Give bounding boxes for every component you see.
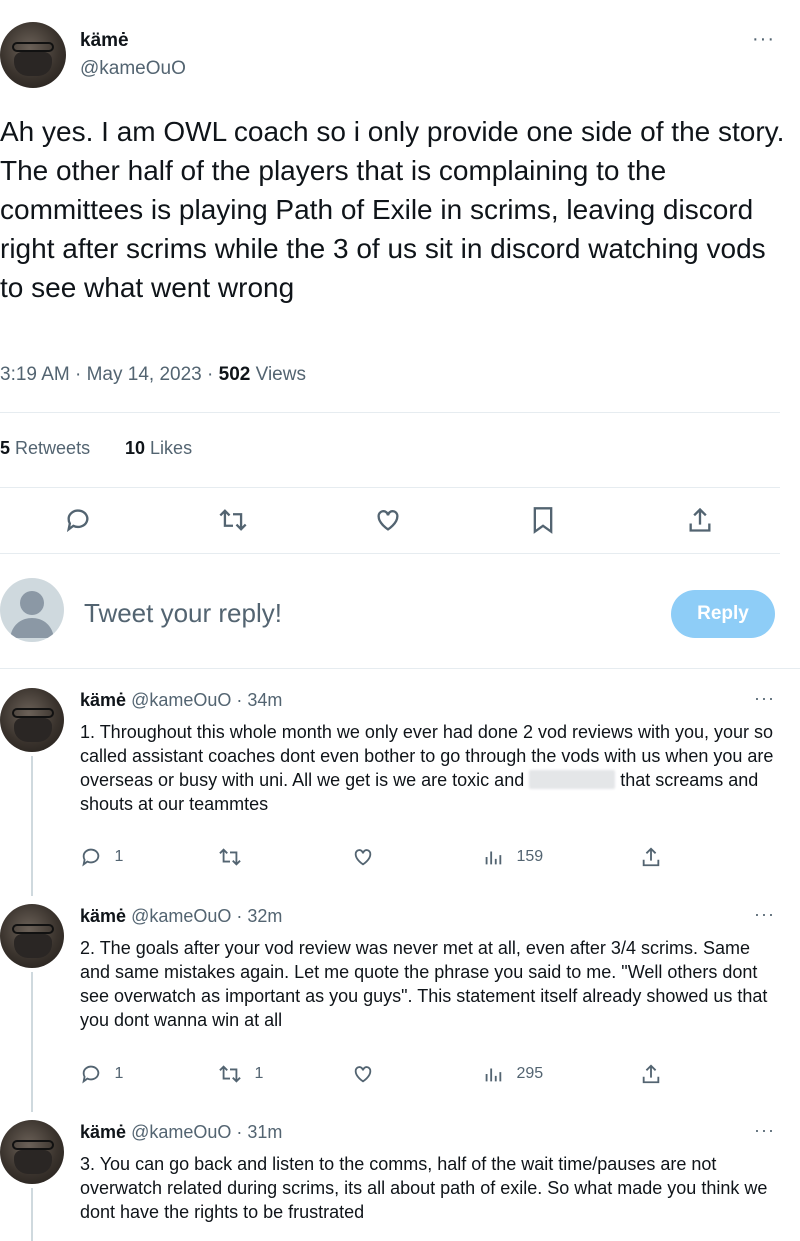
views-icon [485, 1068, 502, 1082]
reply-action-views[interactable]: 295 [482, 1063, 543, 1085]
mask-shape [14, 52, 52, 76]
share-icon [642, 847, 660, 867]
retweets-label: Retweets [15, 438, 91, 458]
comment-count: 1 [114, 848, 124, 866]
divider [0, 668, 800, 669]
reply-action-retweet[interactable] [218, 846, 242, 868]
divider [0, 412, 780, 413]
likes-stat[interactable]: 10 Likes [125, 438, 192, 459]
reply-icon[interactable] [64, 506, 92, 534]
like-icon [354, 849, 372, 866]
reply-time[interactable]: · 34m [236, 690, 282, 710]
reply-handle[interactable]: @kameOuO [131, 1122, 231, 1142]
reply-handle[interactable]: @kameOuO [131, 690, 231, 710]
reply-time[interactable]: · 31m [236, 1122, 282, 1142]
glasses-shape [12, 708, 54, 718]
reply-action-comment[interactable]: 1 [80, 1063, 123, 1085]
more-options-icon[interactable]: ··· [754, 904, 775, 925]
reply-display-name[interactable]: kämė [80, 1122, 126, 1142]
meta-separator: · [207, 364, 214, 385]
reply-action-retweet[interactable]: 1 [218, 1063, 263, 1085]
retweets-stat[interactable]: 5 Retweets [0, 438, 90, 459]
retweet-count: 1 [254, 1065, 264, 1083]
reply-action-like[interactable] [352, 846, 374, 868]
reply-header: kämė @kameOuO · 31m [80, 1122, 282, 1143]
reply-action-views[interactable]: 159 [482, 846, 543, 868]
like-icon [354, 1066, 372, 1083]
author-avatar[interactable] [0, 22, 66, 88]
retweet-icon[interactable] [218, 506, 248, 534]
reply-input[interactable]: Tweet your reply! [84, 598, 282, 629]
retweet-icon [219, 848, 241, 866]
mask-shape [14, 1150, 52, 1174]
share-icon [642, 1064, 660, 1084]
mask-shape [14, 934, 52, 958]
bookmark-icon[interactable] [530, 506, 556, 534]
retweets-count: 5 [0, 438, 11, 458]
comment-count: 1 [114, 1065, 124, 1083]
comment-icon [82, 1065, 100, 1084]
more-options-icon[interactable]: ··· [754, 1120, 775, 1141]
redacted-text-blur [529, 770, 616, 789]
glasses-shape [12, 42, 54, 52]
views-count: 502 [218, 364, 251, 385]
tweet-meta: 3:19 AM · May 14, 2023 · 502 Views [0, 364, 306, 386]
thread-line [31, 756, 33, 896]
likes-count: 10 [125, 438, 146, 458]
views-label: Views [255, 364, 306, 385]
reply-handle[interactable]: @kameOuO [131, 906, 231, 926]
views-count: 159 [516, 848, 544, 866]
thread-line [31, 972, 33, 1112]
reply-display-name[interactable]: kämė [80, 906, 126, 926]
reply-action-share[interactable] [640, 846, 662, 868]
reply-header: kämė @kameOuO · 32m [80, 906, 282, 927]
reply-button[interactable]: Reply [671, 590, 775, 638]
author-handle[interactable]: @kameOuO [80, 58, 186, 80]
reply-display-name[interactable]: kämė [80, 690, 126, 710]
current-user-avatar[interactable] [0, 578, 64, 642]
reply-time[interactable]: · 32m [236, 906, 282, 926]
thread-line [31, 1188, 33, 1241]
tweet-text: Ah yes. I am OWL coach so i only provide… [0, 116, 785, 303]
divider [0, 487, 780, 488]
reply-avatar[interactable] [0, 904, 64, 968]
meta-separator: · [75, 364, 82, 385]
views-icon [485, 851, 502, 865]
retweet-icon [219, 1065, 241, 1083]
more-options-icon[interactable]: ··· [752, 28, 775, 51]
mask-shape [14, 718, 52, 742]
like-icon[interactable] [374, 506, 402, 534]
reply-header: kämė @kameOuO · 34m [80, 690, 282, 711]
divider [0, 553, 780, 554]
glasses-shape [12, 1140, 54, 1150]
glasses-shape [12, 924, 54, 934]
comment-icon [82, 848, 100, 867]
reply-avatar[interactable] [0, 688, 64, 752]
likes-label: Likes [150, 438, 193, 458]
reply-avatar[interactable] [0, 1120, 64, 1184]
author-display-name[interactable]: kämė [80, 30, 129, 52]
more-options-icon[interactable]: ··· [754, 688, 775, 709]
share-icon[interactable] [686, 506, 714, 534]
default-user-icon [10, 591, 54, 638]
tweet-time[interactable]: 3:19 AM [0, 364, 70, 385]
reply-action-like[interactable] [352, 1063, 374, 1085]
reply-action-comment[interactable]: 1 [80, 846, 123, 868]
reply-action-share[interactable] [640, 1063, 662, 1085]
reply-text: 3. You can go back and listen to the com… [80, 1154, 768, 1222]
reply-text: 2. The goals after your vod review was n… [80, 938, 768, 1030]
views-count: 295 [516, 1065, 544, 1083]
reply-text: 1. Throughout this whole month we only e… [80, 720, 780, 816]
tweet-date[interactable]: May 14, 2023 [87, 364, 202, 385]
